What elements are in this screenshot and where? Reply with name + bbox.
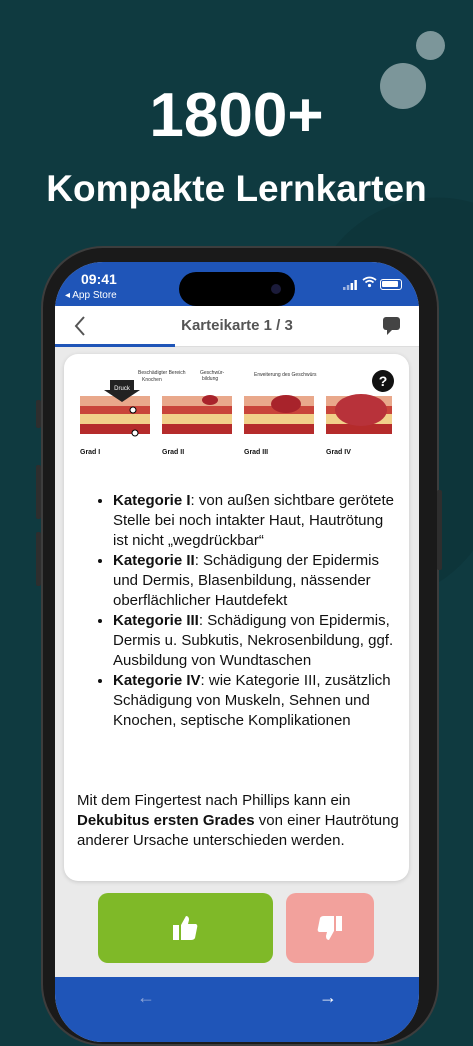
grade-label: Grad I: [80, 449, 100, 456]
status-bar: 09:41 ◂ App Store: [55, 262, 419, 306]
signal-icon: [343, 280, 357, 290]
label-bildung: bildung: [202, 376, 218, 382]
help-button[interactable]: ?: [372, 370, 394, 392]
previous-arrow-button[interactable]: ←: [137, 987, 155, 1008]
explanation-paragraph: Mit dem Fingertest nach Phillips kann ei…: [77, 792, 399, 849]
flashcard: Druck Beschädigter Bereich Knochen Grad …: [64, 354, 409, 881]
wifi-icon: [362, 276, 377, 288]
phone-side-button: [36, 465, 41, 519]
next-arrow-button[interactable]: →: [319, 987, 337, 1008]
status-time: 09:41: [81, 271, 117, 287]
thumbs-up-icon: [173, 916, 198, 940]
headline-subtitle: Kompakte Lernkarten: [46, 168, 427, 209]
card-progress-bar: [55, 344, 175, 347]
comment-icon[interactable]: [383, 317, 400, 335]
list-item: Kategorie III: Schädigung von Epidermis,…: [113, 611, 399, 671]
label-erweiterung: Erweiterung des Geschwürs: [254, 372, 317, 378]
list-item: Kategorie IV: wie Kategorie III, zusätzl…: [113, 671, 399, 731]
camera-icon: [271, 284, 281, 294]
grade-label: Grad IV: [326, 449, 351, 456]
phone-side-button: [437, 490, 442, 570]
label-bereich: Beschädigter Bereich: [138, 370, 186, 376]
like-button[interactable]: [98, 893, 273, 963]
label-druck: Druck: [114, 386, 131, 392]
label-knochen: Knochen: [142, 377, 162, 383]
list-item: Kategorie II: Schädigung der Epidermis u…: [113, 551, 399, 611]
grade-label: Grad III: [244, 449, 268, 456]
grade-label: Grad II: [162, 449, 184, 456]
thumbs-down-icon: [317, 916, 342, 940]
phone-side-button: [36, 532, 41, 586]
nav-bar: Karteikarte 1 / 3: [55, 306, 419, 347]
decorative-dot: [416, 31, 445, 60]
category-list: Kategorie I: von außen sichtbare gerötet…: [77, 491, 399, 731]
bottom-nav-bar: ← →: [55, 977, 419, 1042]
back-to-app-store-link[interactable]: ◂ App Store: [65, 290, 117, 301]
list-item: Kategorie I: von außen sichtbare gerötet…: [113, 491, 399, 551]
phone-screen: 09:41 ◂ App Store Karteikarte 1 / 3 Druc…: [55, 262, 419, 1042]
phone-side-button: [36, 400, 41, 428]
page-title: Karteikarte 1 / 3: [181, 317, 293, 334]
dislike-button[interactable]: [286, 893, 374, 963]
pressure-ulcer-illustration: Druck Beschädigter Bereich Knochen Grad …: [80, 370, 392, 456]
dynamic-island: [179, 272, 295, 306]
headline-number: 1800+: [149, 81, 324, 150]
battery-icon: [380, 279, 402, 290]
